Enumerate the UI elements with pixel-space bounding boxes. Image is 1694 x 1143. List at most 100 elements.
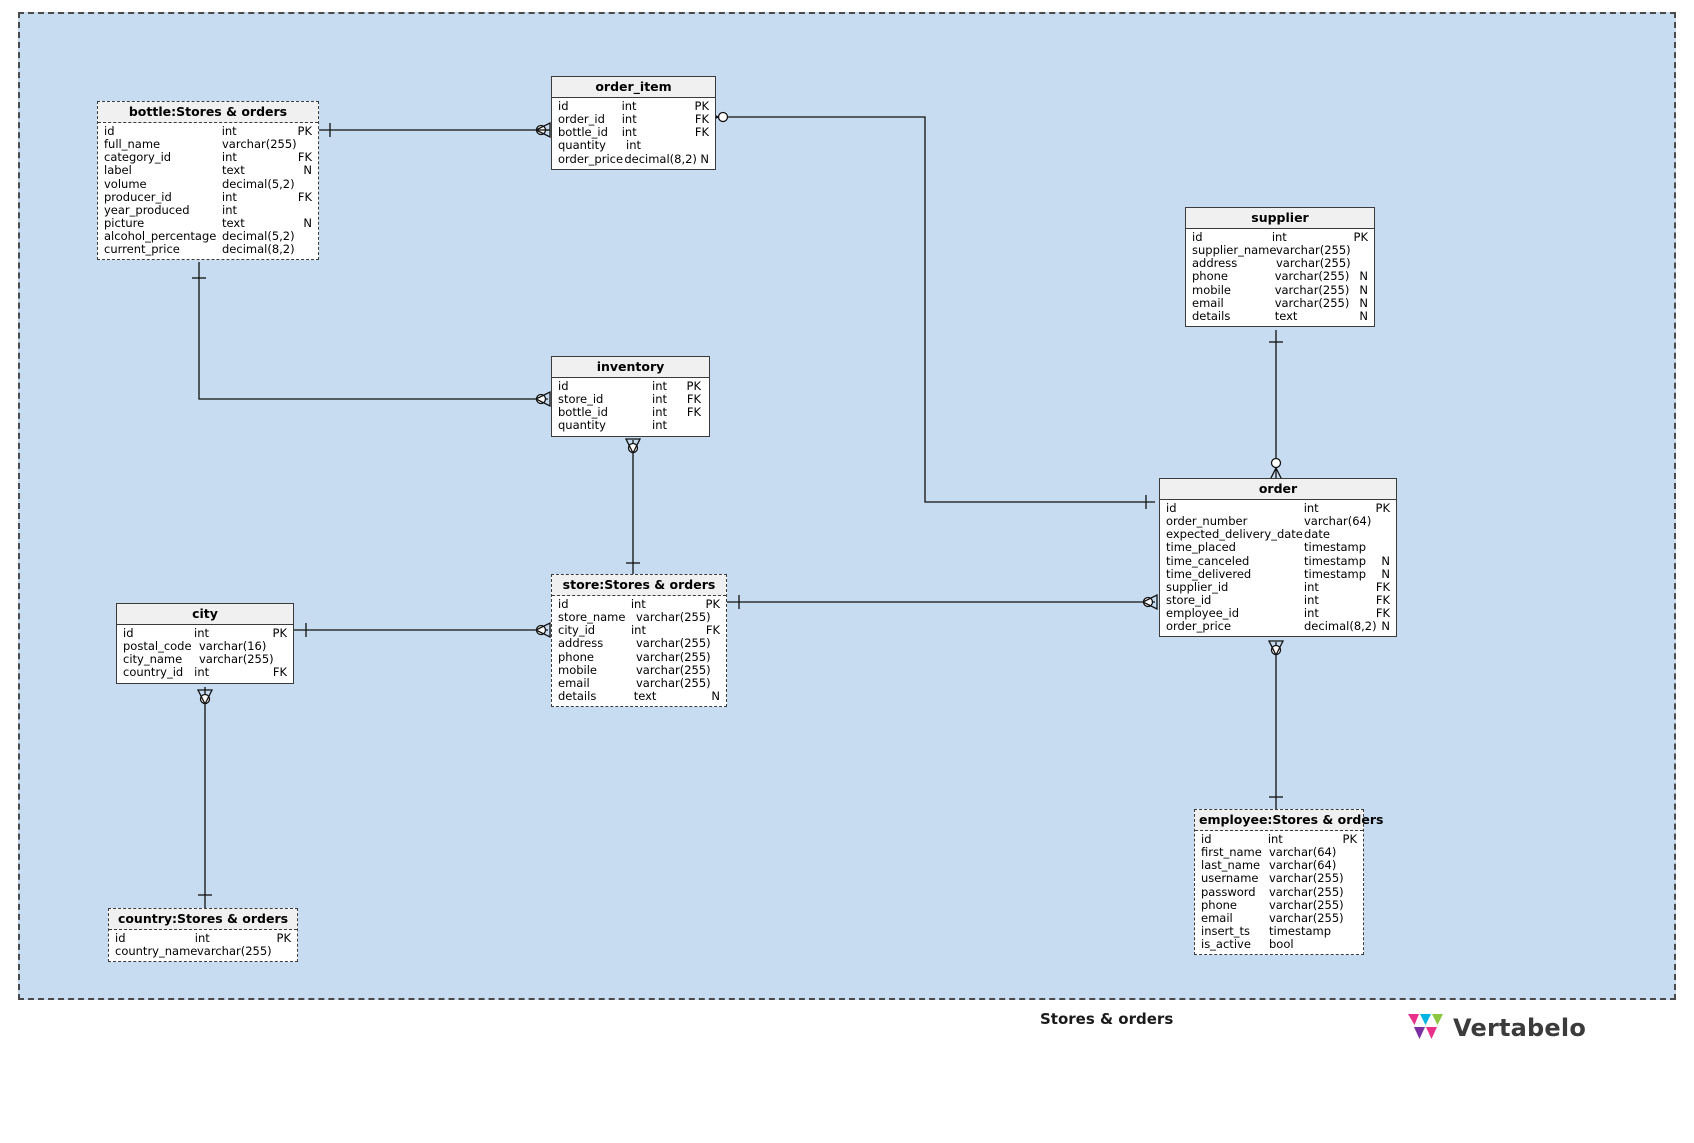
entity-country-columns: id int PK country_name varchar(255) [109, 930, 297, 961]
column-name: country_name [115, 944, 198, 959]
entity-bottle[interactable]: bottle:Stores & orders id int PK full_name… [97, 101, 319, 261]
column-type: varchar(255) [636, 610, 711, 625]
column-name: label [104, 163, 132, 178]
table-row[interactable]: year_produced int [98, 202, 318, 217]
table-row[interactable]: mobile varchar(255) [552, 662, 726, 677]
table-row[interactable]: time_delivered timestamp N [1160, 567, 1396, 581]
table-row[interactable]: username varchar(255) [1195, 872, 1363, 885]
column-name: time_placed [1166, 540, 1236, 555]
table-row[interactable]: email varchar(255) N [1186, 295, 1374, 310]
entity-supplier-columns: id int PK supplier_name varchar(255) addres… [1186, 229, 1374, 326]
table-row[interactable]: is_active bool [1195, 937, 1363, 951]
table-row[interactable]: employee_id int FK [1160, 605, 1396, 620]
column-key [281, 945, 297, 958]
column-name: current_price [104, 241, 180, 256]
table-row[interactable]: country_id int FK [117, 666, 293, 679]
table-row[interactable]: time_placed timestamp [1160, 541, 1396, 554]
column-type: int [194, 665, 210, 680]
column-name: store_id [1166, 592, 1212, 607]
table-row[interactable]: order_price decimal(8,2) N [552, 151, 715, 166]
column-type: text [222, 215, 245, 230]
entity-order-item-columns: id int PK order_id int FK bottle_id int FK qua… [552, 98, 715, 168]
entity-inventory-columns: id int PK store_id int FK bottle_id int FK qua… [552, 378, 709, 435]
vertabelo-branding: Vertabelo [1408, 1012, 1586, 1044]
column-name: year_produced [104, 202, 190, 217]
vertabelo-logo-text: Vertabelo [1453, 1014, 1587, 1042]
table-row[interactable]: supplier_id int FK [1160, 579, 1396, 594]
column-name: supplier_id [1166, 579, 1229, 594]
table-row[interactable]: email varchar(255) [552, 675, 726, 690]
column-key [1345, 925, 1363, 938]
column-key [1345, 859, 1363, 872]
column-type: varchar(255) [1269, 897, 1344, 912]
column-name: producer_id [104, 189, 172, 204]
column-type: varchar(255) [636, 675, 711, 690]
column-name: email [1192, 295, 1224, 310]
table-row[interactable]: picture text N [98, 215, 318, 230]
column-key [716, 677, 726, 690]
column-type: varchar(255) [197, 944, 272, 959]
table-row[interactable]: country_name varchar(255) [109, 945, 297, 958]
table-row[interactable]: producer_id int FK [98, 189, 318, 204]
entity-order[interactable]: order id int PK order_number varchar(64) ex… [1159, 478, 1397, 638]
column-name: alcohol_percentage [104, 228, 217, 243]
table-row[interactable]: phone varchar(255) N [1186, 270, 1374, 283]
column-type: decimal(8,2) [624, 151, 697, 166]
entity-store-title: store:Stores & orders [552, 575, 726, 597]
table-row[interactable]: quantity int [552, 139, 715, 152]
column-type: int [221, 189, 237, 204]
entity-country[interactable]: country:Stores & orders id int PK country_… [108, 908, 298, 963]
entity-employee-title: employee:Stores & orders [1195, 810, 1383, 832]
table-row[interactable]: phone varchar(255) [1195, 897, 1363, 912]
column-key: PK [276, 931, 291, 946]
column-type: int [1303, 605, 1319, 620]
column-type: timestamp [1269, 923, 1332, 938]
table-row[interactable]: label text N [98, 164, 318, 177]
column-name: username [1201, 871, 1259, 886]
column-name: insert_ts [1201, 923, 1251, 938]
entity-supplier[interactable]: supplier id int PK supplier_name varchar(25… [1185, 207, 1375, 327]
column-type: decimal(5,2) [222, 176, 295, 191]
table-row[interactable]: mobile varchar(255) N [1186, 283, 1374, 297]
column-key [1345, 886, 1363, 899]
column-key: N [1359, 269, 1368, 284]
entity-city[interactable]: city id int PK postal_code varchar(16) city… [116, 603, 294, 684]
column-key [716, 664, 726, 677]
entity-employee[interactable]: employee:Stores & orders id int PK first_n… [1194, 809, 1383, 955]
column-key: PK [272, 626, 287, 641]
table-row[interactable]: current_price decimal(8,2) [98, 241, 318, 256]
table-row[interactable]: password varchar(255) [1195, 885, 1363, 899]
table-row[interactable]: details text N [1186, 309, 1374, 323]
table-row[interactable]: quantity int [552, 419, 709, 432]
table-row[interactable]: details text N [552, 688, 726, 703]
table-row[interactable]: time_canceled timestamp N [1160, 553, 1396, 568]
table-row[interactable]: address varchar(255) [552, 637, 726, 650]
column-key [1345, 846, 1363, 859]
column-name: email [1201, 910, 1233, 925]
column-key: PK [1353, 230, 1368, 245]
entity-order-title: order [1160, 479, 1396, 501]
table-row[interactable]: volume decimal(5,2) [98, 176, 318, 191]
column-key [716, 637, 726, 650]
table-row[interactable]: phone varchar(255) [552, 649, 726, 664]
table-row[interactable]: order_price decimal(8,2) N [1160, 619, 1396, 633]
column-type: varchar(255) [636, 662, 711, 677]
table-row[interactable]: alcohol_percentage decimal(5,2) [98, 228, 318, 243]
column-type: timestamp [1304, 553, 1367, 568]
entity-store[interactable]: store:Stores & orders id int PK store_name… [551, 574, 727, 707]
entity-bottle-title: bottle:Stores & orders [98, 102, 318, 124]
column-key [298, 243, 318, 256]
column-key [1376, 515, 1396, 528]
table-row[interactable]: email varchar(255) [1195, 910, 1363, 925]
column-type: int [1303, 579, 1319, 594]
column-key [1345, 938, 1363, 951]
entity-inventory[interactable]: inventory id int PK store_id int FK bottle_i… [551, 356, 710, 437]
column-key: N [1359, 295, 1368, 310]
er-diagram-canvas: Stores & orders bottle:Stores & orders i… [0, 0, 1694, 1143]
column-type: varchar(255) [636, 649, 711, 664]
entity-city-columns: id int PK postal_code varchar(16) city_name… [117, 625, 293, 682]
column-key: N [711, 688, 720, 703]
table-row[interactable]: store_id int FK [1160, 592, 1396, 607]
table-row[interactable]: insert_ts timestamp [1195, 923, 1363, 938]
entity-order-item[interactable]: order_item id int PK order_id int FK bottle_… [551, 76, 716, 170]
